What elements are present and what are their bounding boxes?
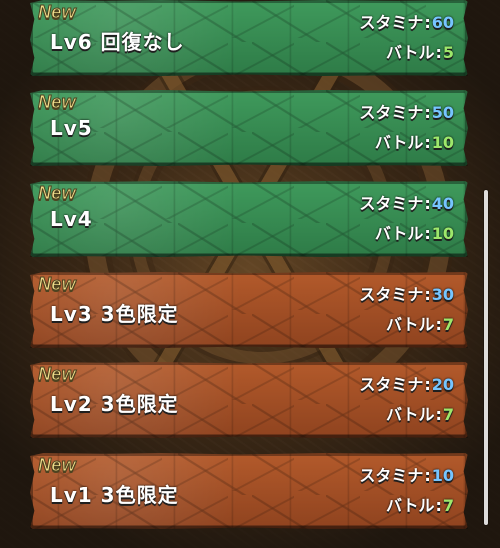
stamina-value: 20 — [431, 375, 454, 394]
stamina-cost: スタミナ:60 — [359, 9, 454, 33]
separator: : — [424, 103, 431, 122]
battle-label: バトル — [385, 496, 435, 515]
stage-name: Lv6 回復なし — [50, 30, 185, 54]
new-badge: New — [38, 455, 77, 476]
stage-name: Lv2 3色限定 — [50, 392, 179, 416]
separator: : — [435, 405, 442, 424]
stamina-label: スタミナ — [359, 466, 424, 485]
battle-value: 10 — [431, 133, 454, 152]
stamina-value: 10 — [431, 466, 454, 485]
battle-value: 7 — [442, 496, 454, 515]
stage-card-lv1[interactable]: New Lv1 3色限定 スタミナ:10 バトル:7 — [30, 453, 468, 529]
separator: : — [435, 43, 442, 62]
new-badge: New — [38, 183, 77, 204]
battle-count: バトル:10 — [375, 129, 454, 153]
stage-card-lv3[interactable]: New Lv3 3色限定 スタミナ:30 バトル:7 — [30, 272, 468, 348]
separator: : — [424, 375, 431, 394]
new-badge: New — [38, 92, 77, 113]
stamina-cost: スタミナ:40 — [359, 190, 454, 214]
stamina-label: スタミナ — [359, 103, 424, 122]
battle-value: 7 — [442, 315, 454, 334]
new-badge: New — [38, 274, 77, 295]
stage-name: Lv5 — [50, 116, 93, 140]
stamina-label: スタミナ — [359, 13, 424, 32]
stamina-value: 40 — [431, 194, 454, 213]
stamina-label: スタミナ — [359, 375, 424, 394]
stage-name: Lv3 3色限定 — [50, 302, 179, 326]
separator: : — [424, 13, 431, 32]
battle-count: バトル:7 — [386, 492, 454, 516]
separator: : — [424, 133, 431, 152]
stage-list: New Lv6 回復なし スタミナ:60 バトル:5 New Lv5 スタミナ:… — [0, 0, 500, 548]
battle-count: バトル:10 — [375, 220, 454, 244]
stage-name: Lv4 — [50, 207, 93, 231]
vertical-scrollbar[interactable] — [484, 190, 488, 525]
battle-label: バトル — [374, 133, 424, 152]
separator: : — [424, 285, 431, 304]
separator: : — [424, 466, 431, 485]
battle-label: バトル — [385, 405, 435, 424]
new-badge: New — [38, 2, 77, 23]
stamina-value: 60 — [431, 13, 454, 32]
stamina-cost: スタミナ:20 — [359, 371, 454, 395]
battle-label: バトル — [385, 315, 435, 334]
new-badge: New — [38, 364, 77, 385]
separator: : — [424, 194, 431, 213]
battle-label: バトル — [374, 224, 424, 243]
stamina-label: スタミナ — [359, 285, 424, 304]
stage-card-lv6[interactable]: New Lv6 回復なし スタミナ:60 バトル:5 — [30, 0, 468, 76]
battle-value: 5 — [442, 43, 454, 62]
stamina-cost: スタミナ:30 — [359, 281, 454, 305]
stage-card-lv2[interactable]: New Lv2 3色限定 スタミナ:20 バトル:7 — [30, 362, 468, 438]
battle-count: バトル:7 — [386, 311, 454, 335]
stamina-value: 50 — [431, 103, 454, 122]
battle-label: バトル — [385, 43, 435, 62]
stamina-cost: スタミナ:50 — [359, 99, 454, 123]
stage-card-lv4[interactable]: New Lv4 スタミナ:40 バトル:10 — [30, 181, 468, 257]
separator: : — [435, 315, 442, 334]
stamina-value: 30 — [431, 285, 454, 304]
stage-name: Lv1 3色限定 — [50, 483, 179, 507]
separator: : — [424, 224, 431, 243]
battle-value: 10 — [431, 224, 454, 243]
battle-value: 7 — [442, 405, 454, 424]
battle-count: バトル:5 — [386, 39, 454, 63]
stage-card-lv5[interactable]: New Lv5 スタミナ:50 バトル:10 — [30, 90, 468, 166]
separator: : — [435, 496, 442, 515]
dungeon-stage-list-screen: New Lv6 回復なし スタミナ:60 バトル:5 New Lv5 スタミナ:… — [0, 0, 500, 548]
battle-count: バトル:7 — [386, 401, 454, 425]
stamina-cost: スタミナ:10 — [359, 462, 454, 486]
stamina-label: スタミナ — [359, 194, 424, 213]
